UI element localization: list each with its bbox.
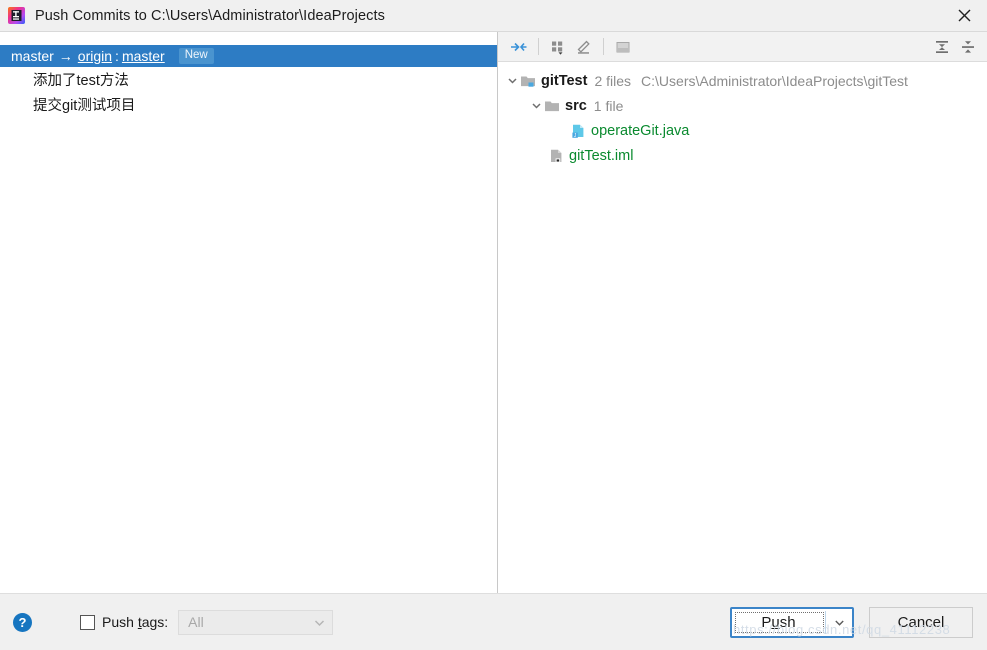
chevron-down-icon[interactable] [306,616,332,629]
toolbar-separator [603,38,604,55]
push-split-button[interactable]: Push [730,606,854,638]
folder-icon [544,98,561,114]
push-button[interactable]: Push [732,609,825,636]
tree-node-label: gitTest.iml [569,147,634,164]
tree-row[interactable]: gitTest 2 files C:\Users\Administrator\I… [498,68,987,93]
toolbar-separator [538,38,539,55]
help-icon[interactable]: ? [13,612,32,632]
push-dropdown-chevron-down-icon[interactable] [826,609,852,636]
tree-node-label: src [565,97,587,114]
chevron-down-icon[interactable] [528,100,544,111]
tree-node-count: 2 files [594,72,632,89]
changes-panel: gitTest 2 files C:\Users\Administrator\I… [498,32,987,593]
svg-text:J: J [574,133,577,139]
tree-row[interactable]: J operateGit.java [498,118,987,143]
bottom-bar: ? Push tags: All Push Cancel [0,593,987,650]
show-diff-icon[interactable] [506,35,532,59]
separator-colon: : [115,48,119,64]
remote-name-link[interactable]: origin [78,48,112,64]
intellij-idea-icon [8,7,25,24]
push-tags-label-pre: Push [102,614,138,630]
push-commits-dialog: Push Commits to C:\Users\Administrator\I… [0,0,987,650]
dialog-content: master → origin : master New 添加了test方法 提… [0,31,987,593]
java-file-icon: J [570,123,587,139]
push-tags-select[interactable]: All [178,609,334,635]
tree-node-label: operateGit.java [591,122,690,139]
commit-list-item[interactable]: 添加了test方法 [0,67,497,92]
iml-file-icon [548,148,565,164]
window-title: Push Commits to C:\Users\Administrator\I… [35,7,385,24]
expand-all-icon[interactable] [929,35,955,59]
collapse-all-icon[interactable] [955,35,981,59]
commit-list-item[interactable]: 提交git测试项目 [0,92,497,117]
tree-node-path: C:\Users\Administrator\IdeaProjects\gitT… [641,72,908,89]
commits-panel[interactable]: master → origin : master New 添加了test方法 提… [0,32,497,593]
edit-source-icon[interactable] [571,35,597,59]
push-tags-label: Push tags: [102,614,168,630]
module-folder-icon [520,73,537,89]
chevron-down-icon[interactable] [504,75,520,86]
arrow-right-icon: → [58,48,73,64]
push-tags-label-post: ags: [141,614,169,630]
group-by-icon[interactable] [545,35,571,59]
changed-files-tree[interactable]: gitTest 2 files C:\Users\Administrator\I… [498,62,987,593]
remote-branch-link[interactable]: master [122,48,165,64]
tree-row[interactable]: src 1 file [498,93,987,118]
repository-row[interactable]: master → origin : master New [0,45,497,67]
close-icon[interactable] [941,0,987,31]
tree-node-label: gitTest [541,72,588,89]
local-branch-label: master [11,48,54,64]
tree-node-count: 1 file [593,97,624,114]
tree-row[interactable]: gitTest.iml [498,143,987,168]
checkbox-box[interactable] [80,614,95,630]
push-tags-select-value: All [188,614,204,630]
new-branch-badge: New [178,48,214,64]
changes-toolbar [498,32,987,62]
focus-ring [735,611,824,633]
cancel-button[interactable]: Cancel [869,606,973,638]
push-tags-checkbox[interactable]: Push tags: [80,614,168,630]
title-bar: Push Commits to C:\Users\Administrator\I… [0,0,987,31]
preview-diff-icon[interactable] [610,35,636,59]
